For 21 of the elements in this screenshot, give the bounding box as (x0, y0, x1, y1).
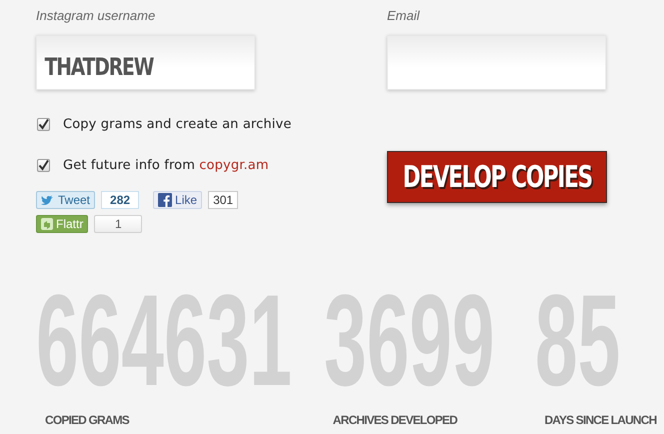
count-bubble: 301 (208, 191, 238, 209)
f-logo-icon (158, 193, 172, 207)
site-link[interactable]: copygr.am (199, 158, 269, 172)
count-bubble: 282 (101, 191, 140, 209)
option-label: Get future info from copygr.am (63, 156, 269, 174)
bird-icon (41, 194, 55, 206)
flattr-icon (41, 218, 53, 230)
stat-label: COPIED GRAMS (45, 413, 130, 427)
checkbox[interactable] (37, 158, 50, 172)
like-button[interactable]: Like (153, 191, 202, 209)
tweet-button[interactable]: Tweet (36, 191, 96, 209)
field-label: Email (387, 8, 421, 24)
input-field[interactable] (387, 35, 606, 90)
checkbox[interactable] (37, 118, 50, 132)
stat-label: ARCHIVES DEVELOPED (332, 413, 458, 427)
stat-label: DAYS SINCE LAUNCH (544, 413, 658, 427)
field-label: Instagram username (36, 8, 156, 24)
input-field[interactable]: THATDREW (36, 35, 256, 90)
option-label: Copy grams and create an archive (63, 116, 292, 134)
count-bubble: 1 (94, 215, 142, 233)
develop-button[interactable]: DEVELOP COPIES (387, 151, 607, 203)
